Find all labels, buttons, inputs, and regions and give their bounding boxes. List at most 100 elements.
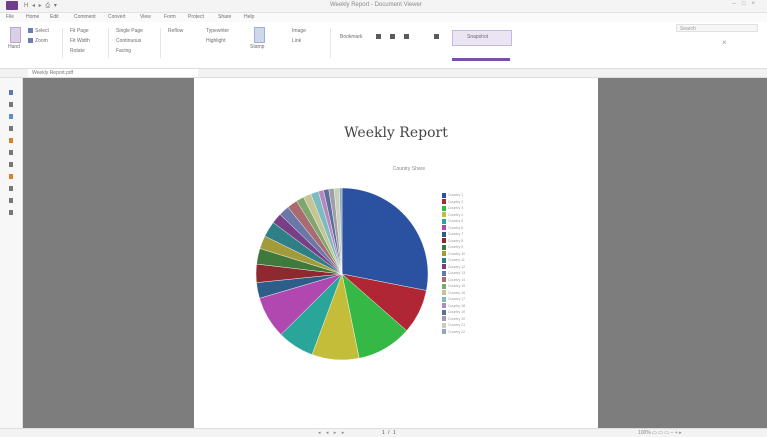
menu-item-share[interactable]: Share: [218, 14, 231, 20]
ribbon-toolbar: Hand Select Zoom Fit Page Fit Width Rota…: [0, 22, 767, 69]
pie-slice: [341, 187, 429, 291]
menu-item-edit[interactable]: Edit: [50, 14, 59, 20]
legend-swatch: [442, 218, 446, 224]
stamp-icon[interactable]: [254, 27, 265, 43]
active-tool-indicator: [452, 58, 510, 61]
legend-label: Country 8: [448, 238, 464, 243]
legend-label: Country 17: [448, 297, 466, 302]
ribbon-button-bookmark[interactable]: Bookmark: [340, 34, 363, 40]
document-tab-strip: Weekly Report.pdf: [0, 69, 767, 78]
menu-item-comment[interactable]: Comment: [74, 14, 96, 20]
legend-swatch: [442, 192, 446, 198]
legend-label: Country 6: [448, 225, 464, 230]
legend-label: Country 16: [448, 290, 466, 295]
legend-swatch: [442, 309, 446, 315]
ribbon-button-hand[interactable]: Hand: [8, 44, 20, 50]
bookmark-icon[interactable]: [9, 102, 13, 107]
ribbon-button-image[interactable]: Image: [292, 28, 306, 34]
ribbon-button-fit-width[interactable]: Fit Width: [70, 38, 90, 44]
ribbon-button-stamp[interactable]: Stamp: [250, 44, 264, 50]
menu-item-view[interactable]: View: [140, 14, 151, 20]
legend-label: Country 11: [448, 258, 465, 263]
hand-tool-icon[interactable]: [10, 27, 21, 43]
active-tool-label: Snapshot: [467, 34, 489, 40]
measure-icon[interactable]: [434, 34, 439, 39]
ribbon-button-continuous[interactable]: Continuous: [116, 38, 141, 44]
menu-item-home[interactable]: Home: [26, 14, 39, 20]
legend-swatch: [442, 277, 446, 283]
pie-chart: [254, 186, 430, 362]
legend-label: Country 4: [448, 212, 464, 217]
viewer-background-right: [598, 78, 767, 428]
page-thumbnail-icon[interactable]: [9, 114, 13, 119]
menu-item-file[interactable]: File: [6, 14, 14, 20]
layers-icon[interactable]: [9, 126, 13, 131]
legend-swatch: [442, 205, 446, 211]
app-logo-icon[interactable]: [6, 1, 18, 10]
legend-label: Country 22: [448, 329, 466, 334]
legend-label: Country 9: [448, 245, 464, 250]
ribbon-button-zoom[interactable]: Zoom: [35, 38, 48, 44]
document-tab[interactable]: Weekly Report.pdf: [28, 69, 198, 77]
menu-item-convert[interactable]: Convert: [108, 14, 126, 20]
legend-label: Country 18: [448, 303, 466, 308]
tags-icon[interactable]: [9, 198, 13, 203]
zoom-controls[interactable]: 100% ▭ ▭ ▭ − + ▸: [638, 430, 682, 436]
eraser-icon[interactable]: [404, 34, 409, 39]
legend-label: Country 12: [448, 264, 466, 269]
ribbon-button-single-page[interactable]: Single Page: [116, 28, 143, 34]
title-bar: H ◂ ▸ ⎙ ▾ Weekly Report - Document Viewe…: [0, 0, 767, 13]
fields-icon[interactable]: [9, 210, 13, 215]
close-ribbon-icon[interactable]: ×: [722, 38, 727, 47]
legend-swatch: [442, 322, 446, 328]
legend-label: Country 7: [448, 232, 464, 237]
legend-swatch: [442, 231, 446, 237]
legend-label: Country 15: [448, 284, 466, 289]
legend-swatch: [442, 212, 446, 218]
menu-item-form[interactable]: Form: [164, 14, 176, 20]
hand-icon[interactable]: [9, 90, 13, 95]
menu-item-protect[interactable]: Protect: [188, 14, 204, 20]
page-navigation[interactable]: ◂ ◂ ▸ ▸: [318, 430, 346, 436]
ribbon-button-select[interactable]: Select: [35, 28, 49, 34]
ribbon-button-facing[interactable]: Facing: [116, 48, 131, 54]
menu-bar: File Home Edit Comment Convert View Form…: [0, 13, 767, 22]
legend-label: Country 1: [448, 193, 464, 198]
legend-label: Country 13: [448, 271, 466, 276]
search-icon[interactable]: [9, 186, 13, 191]
ribbon-separator: [160, 28, 161, 58]
chart-legend: Country 1 Country 2 Country 3 Country 4 Coun…: [442, 187, 502, 335]
legend-swatch: [442, 225, 446, 231]
ribbon-separator: [108, 28, 109, 58]
text-icon[interactable]: [390, 34, 395, 39]
search-input[interactable]: Search: [676, 24, 758, 32]
security-icon[interactable]: [9, 174, 13, 179]
chart-subtitle: Country Share: [392, 166, 426, 172]
snapshot-tool-button[interactable]: Snapshot: [452, 30, 512, 46]
legend-swatch: [442, 257, 446, 263]
attachment-icon[interactable]: [9, 150, 13, 155]
window-controls[interactable]: –□×: [733, 1, 761, 7]
menu-item-help[interactable]: Help: [244, 14, 254, 20]
zoom-tool-icon[interactable]: [28, 38, 33, 43]
legend-swatch: [442, 296, 446, 302]
window-title: Weekly Report - Document Viewer: [330, 2, 422, 8]
legend-swatch: [442, 251, 446, 257]
ribbon-button-reflow[interactable]: Reflow: [168, 28, 183, 34]
ribbon-button-rotate[interactable]: Rotate: [70, 48, 85, 54]
page-indicator[interactable]: 1 / 1: [382, 430, 397, 436]
ribbon-button-fit-page[interactable]: Fit Page: [70, 28, 89, 34]
comment-icon[interactable]: [9, 138, 13, 143]
legend-swatch: [442, 283, 446, 289]
print-icon[interactable]: [376, 34, 381, 39]
viewer-background-left: [23, 78, 194, 428]
select-tool-icon[interactable]: [28, 28, 33, 33]
ribbon-button-highlight[interactable]: Highlight: [206, 38, 225, 44]
ribbon-button-typewriter[interactable]: Typewriter: [206, 28, 229, 34]
legend-label: Country 5: [448, 219, 464, 224]
pie-chart-svg: [255, 187, 429, 361]
signature-icon[interactable]: [9, 162, 13, 167]
ribbon-button-link[interactable]: Link: [292, 38, 301, 44]
quick-access-toolbar[interactable]: H ◂ ▸ ⎙ ▾: [24, 2, 58, 10]
ribbon-separator: [330, 28, 331, 58]
